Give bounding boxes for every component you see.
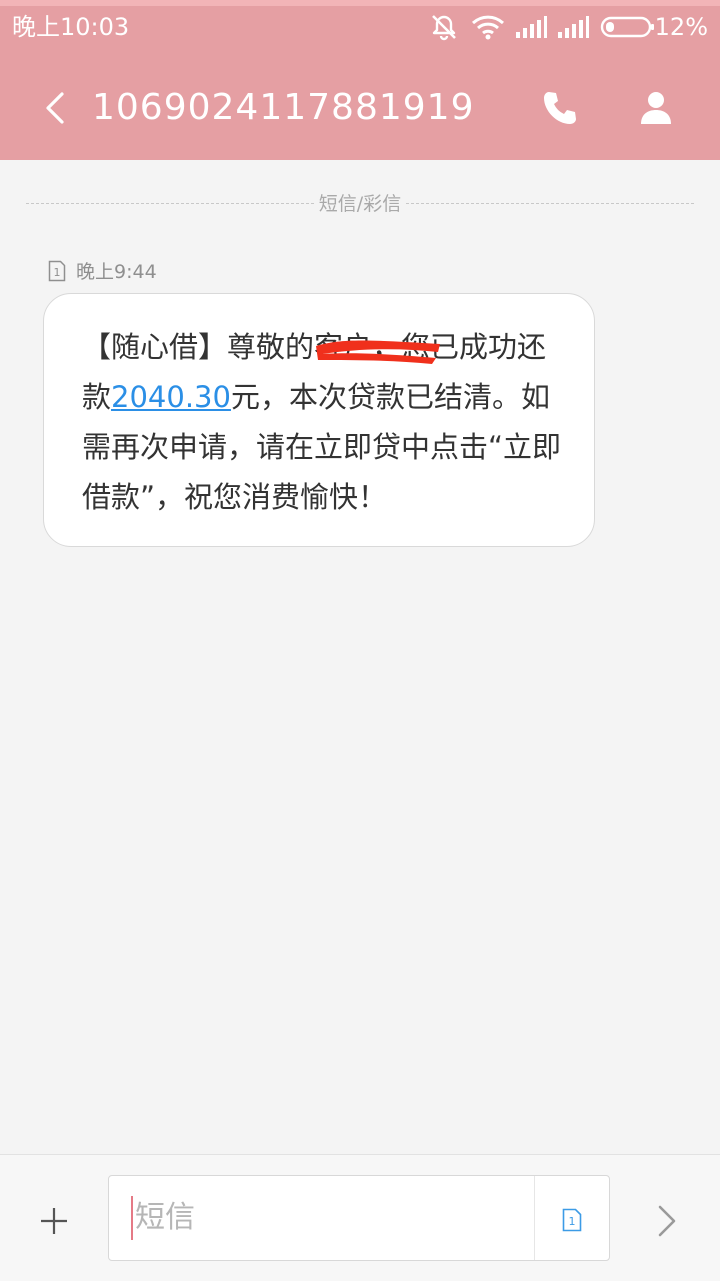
signal-icon bbox=[516, 16, 547, 38]
message-bubble[interactable]: 【随心借】尊敬的客户，您已成功还款2040.30元，本次贷款已结清。如需再次申请… bbox=[43, 293, 595, 547]
svg-text:1: 1 bbox=[54, 266, 61, 279]
message-type-divider: 短信/彩信 bbox=[26, 190, 694, 218]
nav-bar: 1069024117881919 bbox=[0, 60, 720, 156]
contact-number-title: 1069024117881919 bbox=[92, 87, 475, 128]
wifi-icon bbox=[471, 15, 505, 40]
svg-text:1: 1 bbox=[569, 1215, 576, 1228]
header: 晚上10:03 12% 1069024117881919 bbox=[0, 0, 720, 160]
message-type-label: 短信/彩信 bbox=[314, 190, 406, 218]
message-input-placeholder: 短信 bbox=[135, 1200, 195, 1235]
sim-card-icon: 1 bbox=[562, 1208, 582, 1232]
signal-icon bbox=[558, 16, 589, 38]
mute-icon bbox=[432, 15, 456, 41]
battery-percent: 12% bbox=[654, 13, 708, 41]
sim-card-icon: 1 bbox=[48, 260, 66, 282]
compose-bar: 短信 1 bbox=[0, 1154, 720, 1281]
person-icon[interactable] bbox=[636, 88, 676, 128]
battery-icon bbox=[600, 16, 654, 38]
chevron-right-icon[interactable] bbox=[650, 1197, 684, 1245]
status-time: 晚上10:03 bbox=[12, 13, 130, 41]
sim-selector-button[interactable]: 1 bbox=[534, 1176, 609, 1260]
plus-icon[interactable] bbox=[34, 1201, 74, 1241]
text-cursor bbox=[131, 1196, 133, 1240]
back-arrow-icon[interactable] bbox=[30, 80, 80, 136]
phone-icon[interactable] bbox=[540, 88, 580, 128]
message-timestamp: 晚上9:44 bbox=[76, 261, 157, 283]
status-bar: 晚上10:03 12% bbox=[0, 6, 720, 46]
message-input[interactable]: 短信 1 bbox=[108, 1175, 610, 1261]
amount-link[interactable]: 2040.30 bbox=[111, 380, 231, 414]
redaction-scribble bbox=[316, 340, 440, 364]
